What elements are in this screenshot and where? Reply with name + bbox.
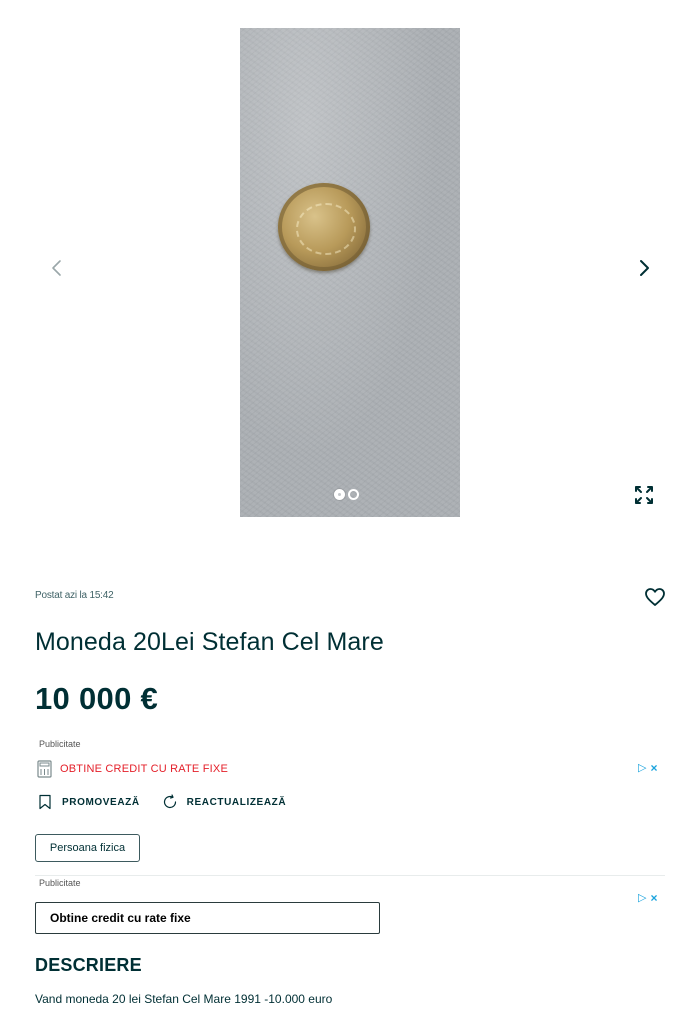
promote-label: PROMOVEAZĂ [62,796,140,808]
gallery-pagination [334,489,359,500]
promote-button[interactable]: PROMOVEAZĂ [37,794,140,810]
section-divider [35,875,665,876]
adchoices-play-icon: ▷ [638,761,647,774]
credit-ad-link[interactable]: OBTINE CREDIT CU RATE FIXE [37,760,228,778]
listing-actions: PROMOVEAZĂ REACTUALIZEAZĂ [37,794,308,810]
listing-price: 10 000 € [35,681,159,716]
ad-close-icon[interactable]: × [650,892,657,904]
refresh-icon [163,794,176,809]
credit-ad-banner[interactable]: Obtine credit cu rate fixe [35,902,380,934]
calculator-icon [37,760,52,778]
seller-type-tag[interactable]: Persoana fizica [35,834,140,862]
adchoices-play-icon: ▷ [638,891,647,904]
ad-label: Publicitate [39,739,81,749]
ad-label-secondary: Publicitate [39,878,81,888]
coin-image [278,183,370,271]
credit-ad-label: OBTINE CREDIT CU RATE FIXE [60,763,228,775]
description-text: Vand moneda 20 lei Stefan Cel Mare 1991 … [35,992,333,1006]
gallery-dot-2[interactable] [348,489,359,500]
adchoices-icon[interactable]: ▷ × [638,761,664,775]
posted-date: Postat azi la 15:42 [35,590,114,601]
favorite-heart-icon[interactable] [643,585,667,609]
adchoices-icon-secondary[interactable]: ▷ × [638,891,664,905]
bookmark-icon [39,794,51,810]
refresh-label: REACTUALIZEAZĂ [186,796,287,808]
next-image-arrow-icon[interactable] [632,256,656,280]
previous-image-arrow-icon[interactable] [45,256,69,280]
listing-photo[interactable] [240,28,460,517]
listing-title: Moneda 20Lei Stefan Cel Mare [35,628,384,656]
fullscreen-expand-icon[interactable] [632,483,656,507]
refresh-button[interactable]: REACTUALIZEAZĂ [162,794,287,810]
image-gallery [0,0,700,530]
description-heading: DESCRIERE [35,955,142,975]
gallery-dot-1[interactable] [334,489,345,500]
ad-close-icon[interactable]: × [650,762,657,774]
